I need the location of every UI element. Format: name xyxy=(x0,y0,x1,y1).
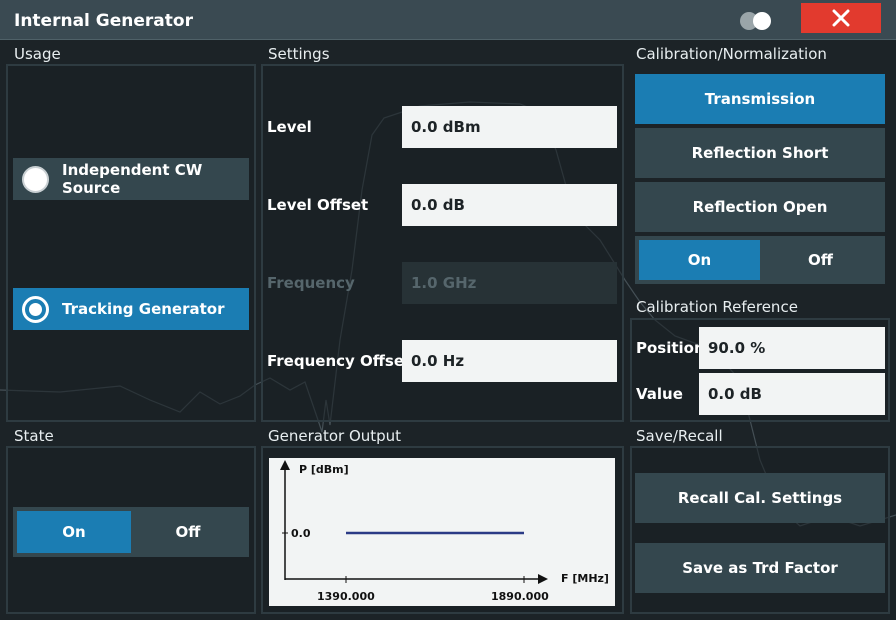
independent-cw-source-option[interactable]: Independent CW Source xyxy=(13,158,249,200)
transmission-button[interactable]: Transmission xyxy=(635,74,885,124)
calibration-on-off-toggle: On Off xyxy=(635,236,885,284)
radio-icon xyxy=(22,165,49,193)
tracking-generator-option[interactable]: Tracking Generator xyxy=(13,288,249,330)
state-off-button[interactable]: Off xyxy=(131,511,245,553)
state-label: State xyxy=(14,427,54,445)
value-label: Value xyxy=(636,385,683,403)
calibration-on-button[interactable]: On xyxy=(639,240,760,280)
generator-output-label: Generator Output xyxy=(268,427,402,445)
reflection-open-button[interactable]: Reflection Open xyxy=(635,182,885,232)
x-axis-label: F [MHz] xyxy=(561,572,609,585)
y-axis-arrow xyxy=(280,460,290,470)
x-start-label: 1390.000 xyxy=(317,590,375,603)
toggle-icon[interactable] xyxy=(739,11,773,31)
level-offset-field[interactable]: 0.0 dB xyxy=(402,184,617,226)
calibration-reference-label: Calibration Reference xyxy=(636,298,798,316)
close-icon xyxy=(832,9,850,27)
frequency-offset-field[interactable]: 0.0 Hz xyxy=(402,340,617,382)
x-axis-arrow xyxy=(538,574,548,584)
y-tick-label: 0.0 xyxy=(291,527,311,540)
option-label: Independent CW Source xyxy=(62,161,203,197)
frequency-field: 1.0 GHz xyxy=(402,262,617,304)
title-bar: Internal Generator xyxy=(0,0,896,40)
level-field[interactable]: 0.0 dBm xyxy=(402,106,617,148)
generator-output-graph: P [dBm] F [MHz] 0.0 1390.000 1890.000 xyxy=(269,458,615,606)
state-on-button[interactable]: On xyxy=(17,511,131,553)
position-field[interactable]: 90.0 % xyxy=(699,327,885,369)
x-stop-label: 1890.000 xyxy=(491,590,549,603)
y-axis-label: P [dBm] xyxy=(299,463,349,476)
calibration-off-button[interactable]: Off xyxy=(760,240,881,280)
save-recall-label: Save/Recall xyxy=(636,427,723,445)
save-as-trd-factor-button[interactable]: Save as Trd Factor xyxy=(635,543,885,593)
reflection-short-button[interactable]: Reflection Short xyxy=(635,128,885,178)
settings-label: Settings xyxy=(268,45,330,63)
state-on-off-toggle: On Off xyxy=(13,507,249,557)
value-field[interactable]: 0.0 dB xyxy=(699,373,885,415)
frequency-offset-label: Frequency Offset xyxy=(267,352,412,370)
window-title: Internal Generator xyxy=(14,11,193,31)
calibration-label: Calibration/Normalization xyxy=(636,45,827,63)
level-offset-label: Level Offset xyxy=(267,196,369,214)
close-button[interactable] xyxy=(801,3,881,33)
position-label: Position xyxy=(636,339,705,357)
option-label: Tracking Generator xyxy=(62,300,225,318)
recall-cal-settings-button[interactable]: Recall Cal. Settings xyxy=(635,473,885,523)
usage-label: Usage xyxy=(14,45,61,63)
usage-panel xyxy=(6,64,256,422)
level-label: Level xyxy=(267,118,312,136)
frequency-label: Frequency xyxy=(267,274,355,292)
radio-selected-icon xyxy=(22,295,49,323)
